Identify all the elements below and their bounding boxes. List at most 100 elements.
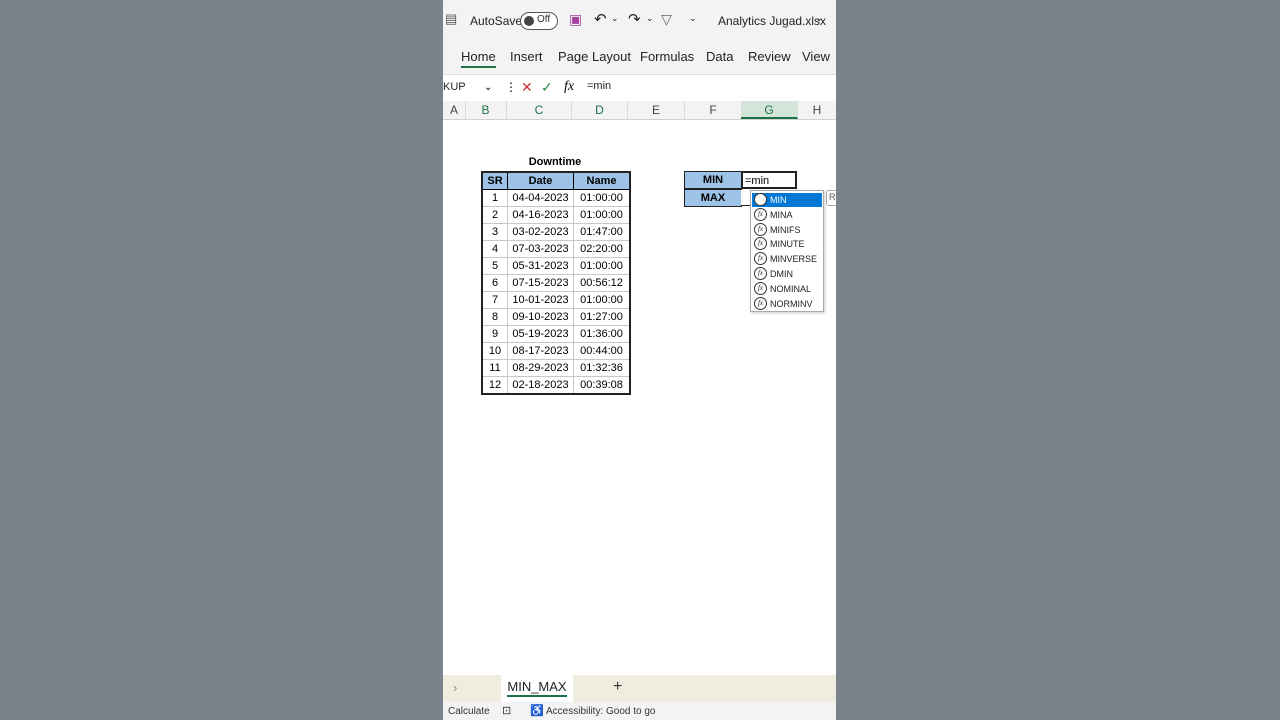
cell-date[interactable]: 09-10-2023 — [507, 308, 574, 326]
table-row: 3 03-02-2023 01:47:00 — [481, 223, 631, 241]
formula-bar: KUP ⌄ ⋮ ✕ ✓ fx =min — [443, 74, 836, 102]
tab-home[interactable]: Home — [461, 49, 496, 68]
tab-view[interactable]: View — [802, 49, 830, 64]
cell-date[interactable]: 04-16-2023 — [507, 206, 574, 224]
autocomplete-item[interactable]: fx DMIN — [752, 267, 822, 281]
cell-date[interactable]: 10-01-2023 — [507, 291, 574, 309]
autosave-label: AutoSave — [470, 14, 523, 28]
cell-name[interactable]: 01:00:00 — [573, 257, 631, 275]
more-options-icon[interactable]: ⋮ — [505, 80, 517, 94]
redo-dropdown-icon[interactable]: ⌄ — [646, 13, 654, 24]
sheet-tab-label: MIN_MAX — [507, 679, 567, 697]
redo-icon[interactable]: ↷ — [628, 10, 641, 28]
cell-sr[interactable]: 3 — [481, 223, 508, 241]
formula-input[interactable]: =min — [587, 80, 611, 92]
accessibility-icon[interactable]: ♿ — [530, 704, 544, 717]
min-label[interactable]: MIN — [684, 171, 742, 189]
cell-name[interactable]: 01:00:00 — [573, 291, 631, 309]
macro-record-icon[interactable]: ⊡ — [502, 704, 511, 717]
column-header-a[interactable]: A — [443, 101, 466, 119]
cell-date[interactable]: 05-31-2023 — [507, 257, 574, 275]
cell-date[interactable]: 08-17-2023 — [507, 342, 574, 360]
cancel-formula-icon[interactable]: ✕ — [521, 79, 533, 96]
cell-sr[interactable]: 9 — [481, 325, 508, 343]
cell-date[interactable]: 03-02-2023 — [507, 223, 574, 241]
add-sheet-button[interactable]: + — [613, 678, 622, 696]
cell-name[interactable]: 01:27:00 — [573, 308, 631, 326]
function-icon: fx — [754, 281, 767, 295]
cell-name[interactable]: 01:00:00 — [573, 189, 631, 207]
cell-sr[interactable]: 6 — [481, 274, 508, 292]
insert-function-icon[interactable]: fx — [564, 79, 574, 95]
min-value-cell[interactable]: =min — [741, 171, 797, 189]
cell-sr[interactable]: 10 — [481, 342, 508, 360]
column-header-h[interactable]: H — [798, 101, 836, 119]
autocomplete-item[interactable]: fx MINA — [752, 207, 822, 222]
tab-data[interactable]: Data — [706, 49, 733, 64]
cell-name[interactable]: 01:47:00 — [573, 223, 631, 241]
autocomplete-item[interactable]: fx MINUTE — [752, 237, 822, 251]
sheet-tab-min-max[interactable]: MIN_MAX — [501, 675, 573, 702]
cell-sr[interactable]: 2 — [481, 206, 508, 224]
autocomplete-item[interactable]: fx MINIFS — [752, 222, 822, 237]
autocomplete-item[interactable]: fx MIN — [752, 193, 822, 207]
autosave-toggle[interactable]: Off — [520, 12, 558, 30]
cell-sr[interactable]: 8 — [481, 308, 508, 326]
cell-sr[interactable]: 11 — [481, 359, 508, 377]
cell-name[interactable]: 02:20:00 — [573, 240, 631, 258]
cell-date[interactable]: 07-15-2023 — [507, 274, 574, 292]
cell-date[interactable]: 02-18-2023 — [507, 376, 574, 395]
column-header-c[interactable]: C — [507, 101, 572, 119]
cell-name[interactable]: 01:00:00 — [573, 206, 631, 224]
column-header-e[interactable]: E — [628, 101, 685, 119]
cell-name[interactable]: 00:39:08 — [573, 376, 631, 395]
cell-date[interactable]: 08-29-2023 — [507, 359, 574, 377]
table-row: 2 04-16-2023 01:00:00 — [481, 206, 631, 224]
header-name[interactable]: Name — [573, 171, 631, 190]
cell-sr[interactable]: 12 — [481, 376, 508, 395]
header-sr[interactable]: SR — [481, 171, 508, 190]
undo-icon[interactable]: ↶ — [594, 10, 607, 28]
background-right — [836, 0, 1280, 720]
cell-sr[interactable]: 7 — [481, 291, 508, 309]
cell-date[interactable]: 05-19-2023 — [507, 325, 574, 343]
function-icon: fx — [754, 296, 767, 310]
cell-sr[interactable]: 4 — [481, 240, 508, 258]
name-box-dropdown-icon[interactable]: ⌄ — [484, 82, 492, 93]
accessibility-status[interactable]: Accessibility: Good to go — [546, 706, 656, 717]
tab-formulas[interactable]: Formulas — [640, 49, 694, 64]
cell-sr[interactable]: 5 — [481, 257, 508, 275]
cell-date[interactable]: 04-04-2023 — [507, 189, 574, 207]
cell-name[interactable]: 01:32:36 — [573, 359, 631, 377]
filename-chevron-icon[interactable]: ⌄ — [815, 13, 823, 24]
function-icon: fx — [754, 193, 767, 206]
tab-page-layout[interactable]: Page Layout — [558, 49, 631, 64]
cell-sr[interactable]: 1 — [481, 189, 508, 207]
column-header-b[interactable]: B — [465, 101, 507, 119]
quick-access-dropdown-icon[interactable]: ⌄ — [689, 13, 697, 24]
sheet-scroll-icon[interactable]: › — [453, 680, 457, 695]
cell-date[interactable]: 07-03-2023 — [507, 240, 574, 258]
autocomplete-item[interactable]: fx MINVERSE — [752, 252, 822, 266]
undo-dropdown-icon[interactable]: ⌄ — [611, 13, 619, 24]
autocomplete-item[interactable]: fx NORMINV — [752, 296, 822, 311]
enter-formula-icon[interactable]: ✓ — [541, 79, 553, 96]
calculate-status[interactable]: Calculate — [448, 706, 490, 717]
column-header-f[interactable]: F — [685, 101, 742, 119]
tab-review[interactable]: Review — [748, 49, 791, 64]
table-row: 8 09-10-2023 01:27:00 — [481, 308, 631, 326]
autocomplete-item[interactable]: fx NOMINAL — [752, 281, 822, 296]
filter-icon[interactable]: ▽ — [661, 11, 672, 28]
save-icon[interactable]: ▣ — [569, 11, 582, 28]
downtime-table: SR Date Name 1 04-04-2023 01:00:00 2 04-16-2… — [481, 171, 631, 395]
header-date[interactable]: Date — [507, 171, 574, 190]
excel-menu-icon[interactable]: ▤ — [445, 11, 457, 27]
column-header-g[interactable]: G — [741, 101, 798, 119]
column-header-d[interactable]: D — [572, 101, 628, 119]
cell-name[interactable]: 01:36:00 — [573, 325, 631, 343]
max-label[interactable]: MAX — [684, 189, 742, 207]
cell-name[interactable]: 00:56:12 — [573, 274, 631, 292]
cell-name[interactable]: 00:44:00 — [573, 342, 631, 360]
tab-insert[interactable]: Insert — [510, 49, 543, 64]
file-name[interactable]: Analytics Jugad.xlsx — [718, 14, 826, 28]
